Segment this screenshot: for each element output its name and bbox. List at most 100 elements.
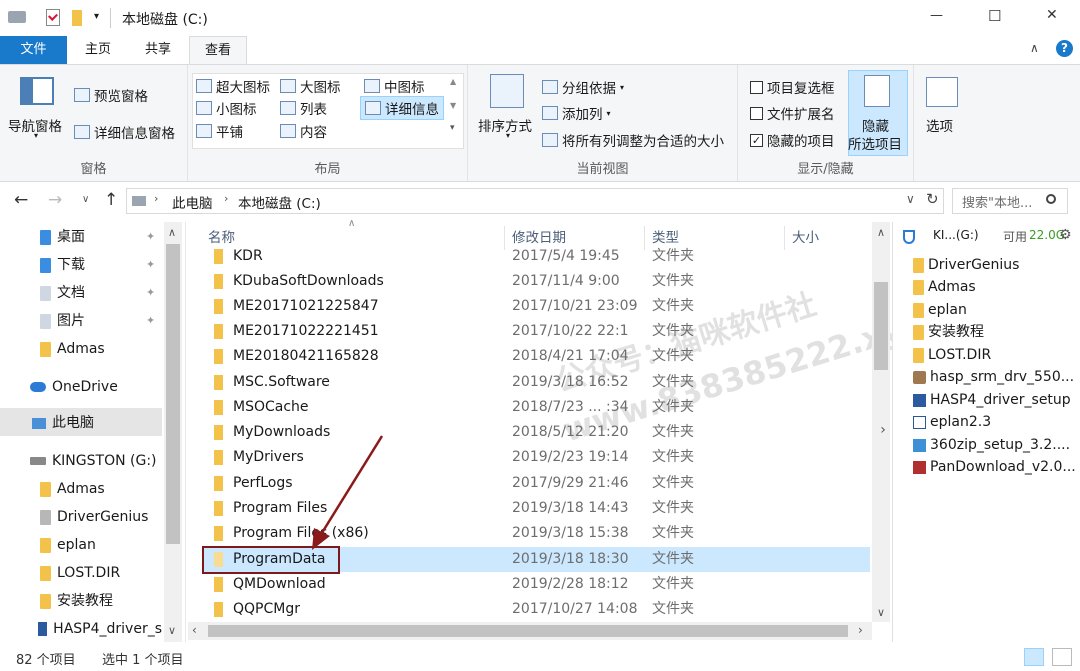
refresh-icon[interactable]: ↻	[926, 190, 939, 208]
tab-home[interactable]: 主页	[70, 36, 126, 64]
gallery-scroll-down-icon[interactable]: ▼	[450, 101, 456, 110]
scroll-thumb[interactable]	[874, 282, 888, 370]
folder-icon	[214, 274, 223, 289]
expand-side-pane-icon[interactable]: ›	[874, 422, 892, 444]
side-item[interactable]: eplan	[913, 299, 967, 321]
checkbox[interactable]	[750, 80, 763, 94]
new-folder-icon[interactable]	[72, 10, 82, 26]
forward-arrow-icon[interactable]: →	[48, 190, 62, 210]
side-item[interactable]: HASP4_driver_setup	[913, 389, 1071, 411]
file-date: 2017/5/4 19:45	[512, 248, 620, 264]
group-label: 当前视图	[576, 162, 629, 177]
side-item[interactable]: PanDownload_v2.0...	[913, 456, 1076, 478]
recent-dropdown-icon[interactable]: ∨	[82, 194, 89, 205]
scroll-down-icon[interactable]: ∨	[168, 624, 176, 637]
navigation-pane: 桌面 下载 文档 图片 ✦ ✦ ✦ ✦ Admas OneDrive 此电脑 K…	[0, 222, 186, 642]
preview-pane-button[interactable]: 预览窗格	[74, 85, 148, 105]
small-icons-option[interactable]: 小图标	[196, 98, 257, 118]
details-pane-button[interactable]: 详细信息窗格	[74, 122, 175, 142]
folder-icon	[40, 565, 51, 581]
side-item[interactable]: 360zip_setup_3.2....	[913, 434, 1070, 456]
maximize-button[interactable]: ☐	[988, 7, 1001, 25]
sort-by-button[interactable]: 排序方式	[478, 115, 532, 135]
search-icon[interactable]	[1046, 194, 1056, 204]
file-row[interactable]: QMDownload 2019/2/28 18:12 文件夹	[202, 572, 870, 597]
collapse-ribbon-icon[interactable]: ∧	[1030, 41, 1039, 55]
minimize-button[interactable]: —	[930, 8, 943, 23]
tab-share[interactable]: 共享	[130, 36, 186, 64]
side-item[interactable]: Admas	[913, 276, 976, 298]
scroll-up-icon[interactable]: ∧	[168, 226, 176, 239]
breadcrumb-this-pc[interactable]: 此电脑	[172, 192, 213, 212]
list-option[interactable]: 列表	[280, 98, 327, 118]
back-arrow-icon[interactable]: ←	[14, 190, 28, 210]
documents-icon	[40, 285, 51, 301]
breadcrumb-separator-icon[interactable]: ›	[154, 192, 158, 205]
large-icons-view-icon[interactable]	[1052, 648, 1072, 666]
large-icons-label: 大图标	[300, 80, 341, 96]
file-row[interactable]: MSOCache 2018/7/23 ... :34 文件夹	[202, 395, 870, 420]
breadcrumb-drive-c[interactable]: 本地磁盘 (C:)	[238, 192, 321, 212]
folder-icon	[214, 375, 223, 390]
medium-icons-option[interactable]: 中图标	[364, 76, 425, 96]
tab-view[interactable]: 查看	[189, 36, 247, 65]
nav-item-hasp4[interactable]: HASP4_driver_s	[38, 616, 162, 642]
up-arrow-icon[interactable]: ↑	[104, 190, 118, 210]
side-item[interactable]: LOST.DIR	[913, 344, 991, 366]
side-item[interactable]: eplan2.3	[913, 411, 991, 433]
file-extensions-toggle[interactable]: 文件扩展名	[750, 103, 835, 123]
file-row[interactable]: QQPCMgr 2017/10/27 14:08 文件夹	[202, 597, 870, 622]
help-icon[interactable]: ?	[1056, 40, 1073, 57]
small-icons-icon	[196, 101, 212, 115]
tab-file[interactable]: 文件	[0, 36, 67, 64]
content-option[interactable]: 内容	[280, 121, 327, 141]
item-checkboxes-toggle[interactable]: 项目复选框	[750, 77, 835, 97]
details-view-icon[interactable]	[1024, 648, 1044, 666]
side-settings-icon[interactable]: ⚙	[1059, 227, 1072, 243]
details-option[interactable]: 详细信息	[360, 96, 444, 120]
scroll-left-icon[interactable]: ‹	[192, 623, 197, 637]
close-button[interactable]: ✕	[1046, 7, 1058, 23]
add-column-button[interactable]: 添加列 ▾	[542, 103, 611, 123]
scroll-down-icon[interactable]: ∨	[877, 606, 885, 619]
side-item[interactable]: DriverGenius	[913, 254, 1019, 276]
qat-dropdown-icon[interactable]: ▾	[94, 11, 99, 22]
pin-icon[interactable]: ✦	[146, 230, 155, 243]
side-item[interactable]: hasp_srm_drv_550...	[913, 366, 1074, 388]
side-item-label: 360zip_setup_3.2....	[930, 437, 1071, 453]
nav-pane-icon[interactable]	[20, 77, 54, 105]
side-item[interactable]: 安装教程	[913, 321, 984, 343]
add-column-icon	[542, 106, 558, 120]
properties-icon[interactable]	[46, 9, 60, 26]
pin-icon[interactable]: ✦	[146, 258, 155, 271]
side-item-label: HASP4_driver_setup	[930, 392, 1071, 408]
pin-icon[interactable]: ✦	[146, 314, 155, 327]
fit-columns-button[interactable]: 将所有列调整为合适的大小	[542, 130, 724, 150]
sort-by-icon[interactable]	[490, 74, 524, 108]
large-icons-option[interactable]: 大图标	[280, 76, 341, 96]
breadcrumb-separator-icon[interactable]: ›	[224, 192, 228, 205]
hidden-items-toggle[interactable]: ✓ 隐藏的项目	[750, 130, 835, 150]
file-row[interactable]: KDR 2017/5/4 19:45 文件夹	[202, 244, 870, 269]
scroll-right-icon[interactable]: ›	[858, 623, 863, 637]
downloads-icon	[40, 257, 51, 273]
options-icon[interactable]	[926, 77, 958, 107]
checkbox[interactable]	[750, 106, 763, 120]
address-dropdown-icon[interactable]: ∨	[906, 192, 915, 206]
scroll-thumb[interactable]	[166, 244, 180, 544]
nav-item-label: 文档	[57, 285, 85, 301]
xl-icons-option[interactable]: 超大图标	[196, 76, 270, 96]
tiles-option[interactable]: 平铺	[196, 121, 243, 141]
content-label: 内容	[300, 125, 327, 141]
gallery-scroll-up-icon[interactable]: ▲	[450, 77, 456, 86]
gallery-expand-icon[interactable]: ▾	[450, 123, 455, 133]
dropdown-arrow-icon: ▾	[606, 108, 611, 118]
checkbox-checked[interactable]: ✓	[750, 133, 763, 147]
pin-icon[interactable]: ✦	[146, 286, 155, 299]
h-scroll-thumb[interactable]	[208, 625, 848, 637]
scroll-up-icon[interactable]: ∧	[877, 226, 885, 239]
preview-pane-icon	[74, 88, 90, 102]
group-by-button[interactable]: 分组依据 ▾	[542, 77, 624, 97]
drive-icon[interactable]	[8, 11, 26, 23]
options-button[interactable]: 选项	[926, 115, 953, 135]
